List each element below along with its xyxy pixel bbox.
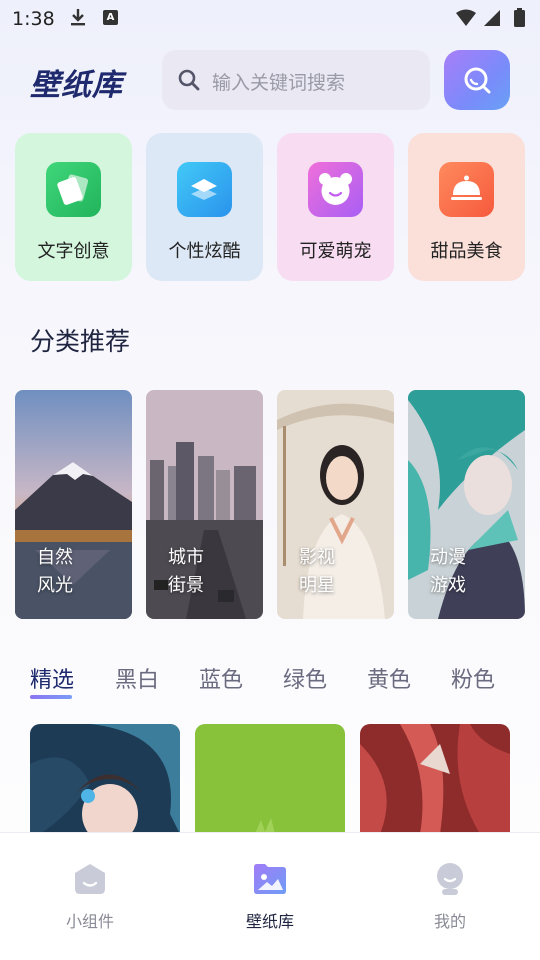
wallpaper-thumbnail[interactable] — [30, 724, 180, 834]
category-card-anime-games[interactable]: 动漫 游戏 — [408, 390, 525, 619]
nav-item-profile[interactable]: 我的 — [390, 833, 510, 960]
cards-icon — [46, 162, 101, 217]
status-time: 1:38 — [12, 8, 55, 30]
category-label-line2: 游戏 — [430, 575, 466, 596]
quick-category-label: 个性炫酷 — [168, 241, 241, 262]
nav-label: 壁纸库 — [245, 912, 294, 931]
tab-featured[interactable]: 精选 — [30, 662, 74, 694]
quick-category-text-creative[interactable]: 文字创意 — [15, 133, 132, 281]
nav-item-wallpapers[interactable]: 壁纸库 — [210, 833, 330, 960]
status-bar: 1:38 A — [0, 0, 540, 36]
search-icon — [178, 69, 200, 91]
portrait-woman-image — [277, 390, 394, 619]
nav-label: 小组件 — [65, 912, 114, 931]
search-placeholder: 输入关键词搜索 — [212, 72, 346, 94]
wallpaper-thumbnail[interactable] — [195, 724, 345, 834]
signal-battery-icons — [456, 8, 525, 27]
tab-black-white[interactable]: 黑白 — [115, 662, 159, 694]
tab-green[interactable]: 绿色 — [283, 662, 327, 694]
section-title: 分类推荐 — [30, 327, 131, 356]
category-card-film-stars[interactable]: 影视 明星 — [277, 390, 394, 619]
tab-blue[interactable]: 蓝色 — [199, 662, 243, 694]
wallpaper-thumbnail[interactable] — [360, 724, 510, 834]
download-icon — [71, 9, 85, 26]
category-label-line2: 明星 — [299, 575, 335, 596]
quick-category-cute-pets[interactable]: 可爱萌宠 — [277, 133, 394, 281]
widget-icon — [75, 864, 105, 894]
tab-pink[interactable]: 粉色 — [451, 662, 495, 694]
layers-icon — [177, 162, 232, 217]
bottom-nav: 小组件 壁纸库 我的 — [0, 832, 540, 960]
category-label-line1: 动漫 — [430, 547, 466, 568]
search-input[interactable]: 输入关键词搜索 — [162, 50, 430, 110]
category-label-line1: 影视 — [299, 547, 335, 568]
image-gallery-icon — [254, 864, 286, 894]
notification-a-icon: A — [103, 10, 118, 25]
category-label-line1: 城市 — [168, 547, 204, 568]
quick-category-label: 可爱萌宠 — [299, 241, 372, 262]
wallpaper-image — [360, 724, 510, 834]
quick-category-label: 文字创意 — [37, 241, 110, 262]
anime-character-image — [408, 390, 525, 619]
quick-category-desserts[interactable]: 甜品美食 — [408, 133, 525, 281]
profile-icon — [437, 863, 463, 895]
category-label-line2: 风光 — [37, 575, 73, 596]
bear-face-icon — [308, 162, 363, 217]
color-filter-tabs: 精选 黑白 蓝色 绿色 黄色 粉色 — [0, 662, 540, 702]
quick-category-label: 甜品美食 — [430, 241, 503, 262]
search-icon — [464, 67, 491, 94]
active-tab-indicator — [30, 695, 72, 699]
mountain-landscape-image — [15, 390, 132, 619]
tab-yellow[interactable]: 黄色 — [367, 662, 411, 694]
nav-item-widgets[interactable]: 小组件 — [30, 833, 150, 960]
quick-category-cool[interactable]: 个性炫酷 — [146, 133, 263, 281]
category-card-city[interactable]: 城市 街景 — [146, 390, 263, 619]
wallpaper-image — [195, 724, 345, 834]
wallpaper-image — [30, 724, 180, 834]
cloche-icon — [439, 162, 494, 217]
category-label-line1: 自然 — [37, 547, 73, 568]
city-street-image — [146, 390, 263, 619]
search-button[interactable] — [444, 50, 510, 110]
app-title: 壁纸库 — [30, 68, 123, 103]
category-label-line2: 街景 — [168, 575, 204, 596]
nav-label: 我的 — [433, 912, 466, 931]
category-card-nature[interactable]: 自然 风光 — [15, 390, 132, 619]
